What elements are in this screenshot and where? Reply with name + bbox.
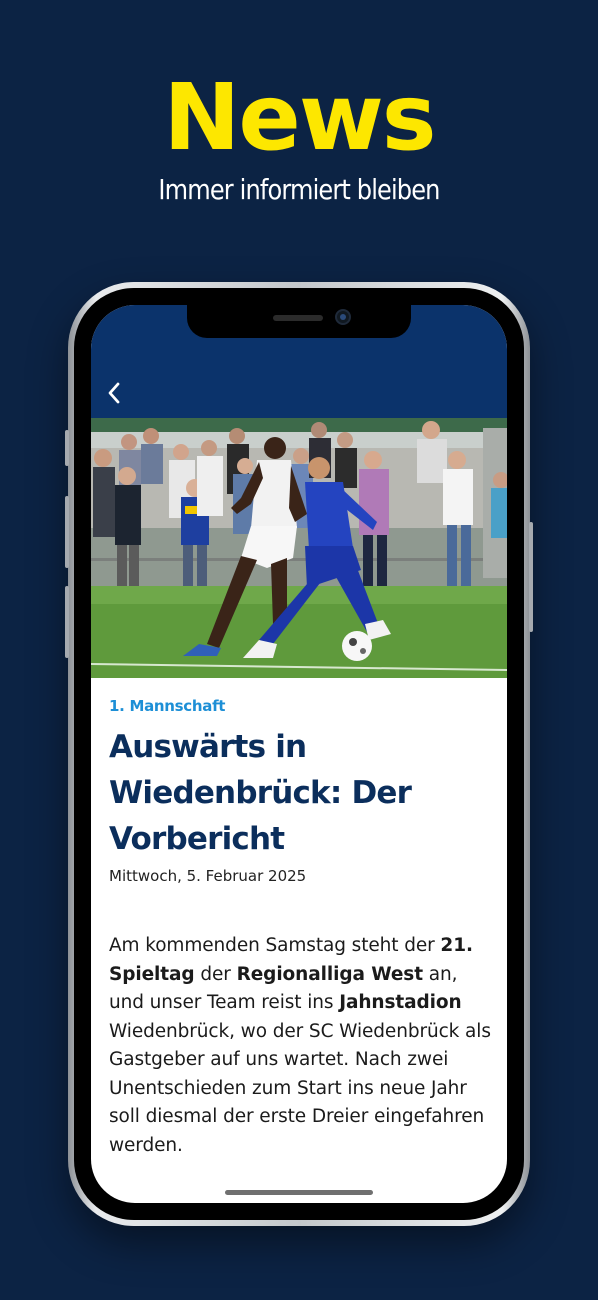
article-category[interactable]: 1. Mannschaft — [109, 696, 493, 716]
article-body: Am kommenden Samstag steht der 21. Spiel… — [109, 932, 493, 1160]
phone-volume-up — [65, 496, 69, 568]
body-text: Wiedenbrück, wo der SC Wiedenbrück als G… — [109, 1020, 491, 1156]
body-text: Am kommenden Samstag steht der — [109, 935, 441, 956]
speaker-grille — [273, 315, 323, 321]
app-screen: 1. Mannschaft Auswärts in Wiedenbrück: D… — [91, 305, 507, 1203]
body-bold-text: Jahnstadion — [339, 992, 462, 1013]
notch — [187, 305, 411, 338]
article-date: Mittwoch, 5. Februar 2025 — [109, 867, 307, 885]
phone-volume-down — [65, 586, 69, 658]
phone-mute-switch — [65, 430, 69, 466]
article-content: 1. Mannschaft Auswärts in Wiedenbrück: D… — [109, 696, 493, 1160]
phone-power-button — [529, 522, 533, 632]
home-indicator[interactable] — [225, 1190, 373, 1195]
phone-bezel: 1. Mannschaft Auswärts in Wiedenbrück: D… — [74, 288, 524, 1220]
chevron-left-icon — [108, 382, 120, 404]
article-image — [91, 418, 507, 678]
article-title: Auswärts in Wiedenbrück: Der Vorbericht — [109, 729, 412, 857]
phone-mockup: 1. Mannschaft Auswärts in Wiedenbrück: D… — [65, 282, 533, 1226]
front-camera-icon — [335, 309, 351, 325]
body-text: der — [194, 963, 237, 985]
back-button[interactable] — [99, 377, 129, 409]
body-bold-text: Regionalliga West — [236, 963, 423, 985]
promo-subtitle: Immer informiert bleiben — [158, 173, 440, 206]
promo-title: News — [163, 64, 436, 171]
